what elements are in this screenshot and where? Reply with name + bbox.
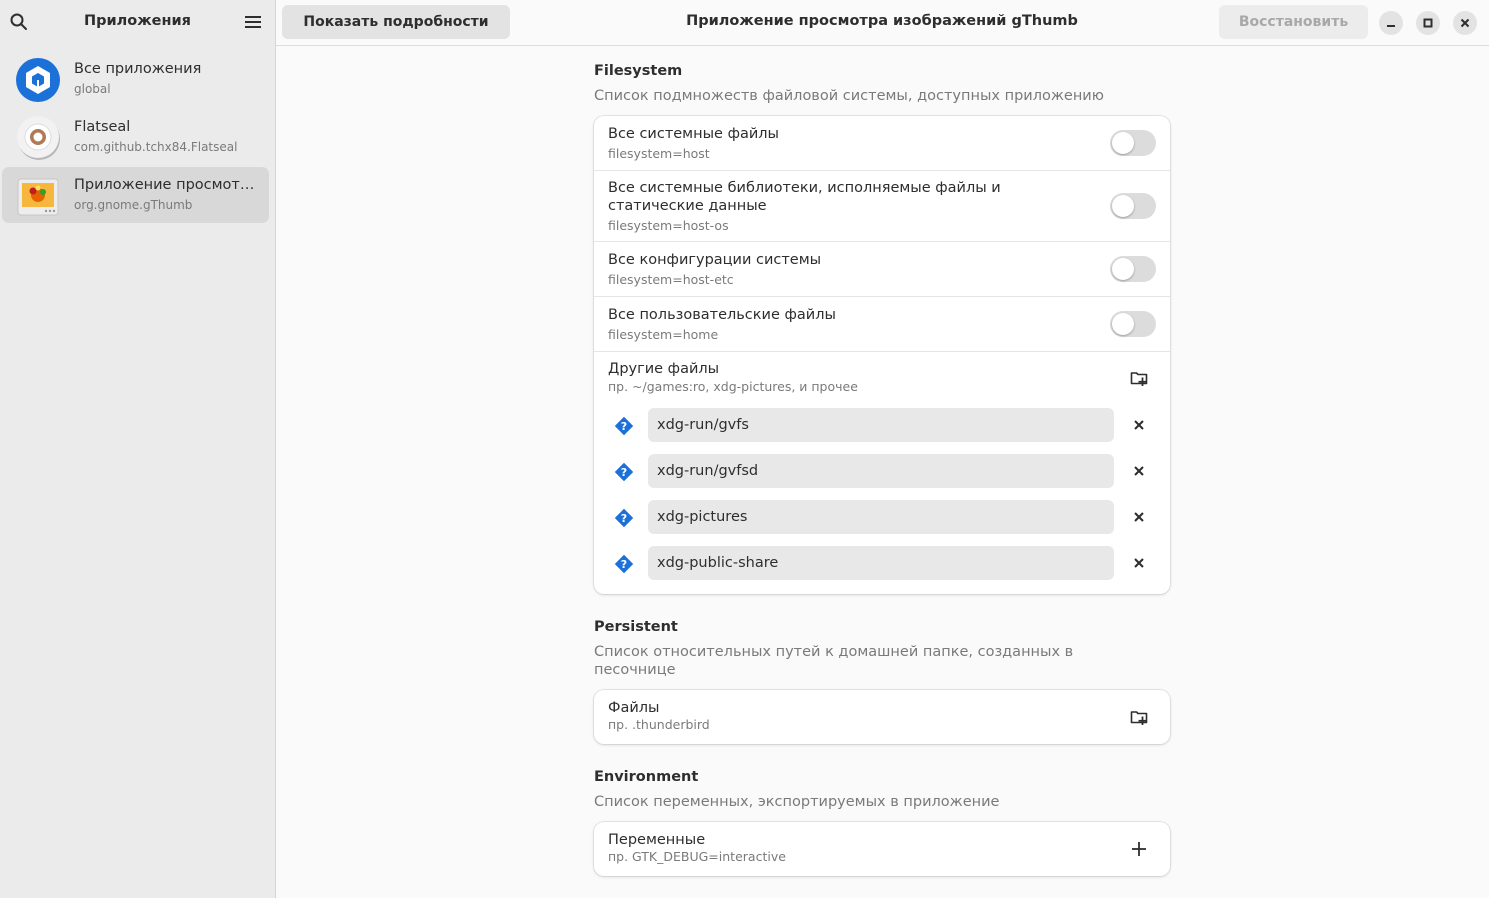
row-title: Все пользовательские файлы (608, 307, 836, 323)
app-id: org.gnome.gThumb (74, 198, 193, 212)
app-name: Flatseal (74, 119, 131, 135)
remove-icon[interactable] (1132, 556, 1146, 570)
row-key: filesystem=host-etc (608, 272, 734, 287)
toggle-switch[interactable] (1110, 311, 1156, 337)
row-title: Переменные (608, 832, 706, 848)
app-item-flatseal[interactable]: Flatseal com.github.tchx84.Flatseal (2, 109, 269, 165)
section-title-filesystem: Filesystem (594, 63, 683, 79)
toggle-switch[interactable] (1110, 130, 1156, 156)
path-row: ? xdg-run/gvfsd (594, 454, 1170, 500)
toggle-row-host: Все системные файлы filesystem=host (594, 116, 1170, 171)
row-title: Все системные библиотеки, исполняемые фа… (608, 180, 1001, 214)
row-key: filesystem=host-os (608, 218, 729, 233)
section-desc-filesystem: Список подмножеств файловой системы, дос… (594, 88, 1104, 104)
path-entry[interactable]: xdg-pictures (648, 500, 1114, 534)
close-icon (1460, 18, 1470, 28)
unknown-path-icon: ? (614, 462, 634, 482)
add-icon[interactable] (1130, 840, 1148, 858)
row-key: filesystem=host (608, 146, 710, 161)
app-id: com.github.tchx84.Flatseal (74, 140, 238, 154)
app-id: global (74, 82, 111, 96)
show-details-button[interactable]: Показать подробности (282, 5, 510, 39)
toggle-row-host-etc: Все конфигурации системы filesystem=host… (594, 242, 1170, 297)
svg-text:?: ? (621, 558, 627, 571)
svg-text:?: ? (621, 512, 627, 525)
section-title-persistent: Persistent (594, 619, 678, 635)
row-hint: пр. .thunderbird (608, 717, 710, 732)
toggle-switch[interactable] (1110, 256, 1156, 282)
remove-icon[interactable] (1132, 418, 1146, 432)
toggle-row-home: Все пользовательские файлы filesystem=ho… (594, 297, 1170, 352)
row-hint: пр. ~/games:ro, xdg-pictures, и прочее (608, 379, 858, 394)
app-item-all[interactable]: Все приложения global (2, 51, 269, 107)
gthumb-icon (15, 173, 61, 219)
persistent-card: Файлы пр. .thunderbird (594, 690, 1170, 744)
path-row: ? xdg-public-share (594, 546, 1170, 592)
add-folder-icon[interactable] (1130, 369, 1148, 387)
sidebar-header: Приложения (0, 0, 275, 44)
app-name: Приложение просмотра изображений gThumb (74, 177, 262, 193)
unknown-path-icon: ? (614, 554, 634, 574)
remove-icon[interactable] (1132, 464, 1146, 478)
row-title: Файлы (608, 700, 660, 716)
add-folder-icon[interactable] (1130, 708, 1148, 726)
unknown-path-icon: ? (614, 416, 634, 436)
environment-variables-row: Переменные пр. GTK_DEBUG=interactive (594, 822, 1170, 876)
restore-button[interactable]: Восстановить (1219, 5, 1368, 39)
maximize-button[interactable] (1416, 11, 1440, 35)
sidebar: Приложения Все приложения global Flatsea… (0, 0, 276, 898)
app-item-gthumb[interactable]: Приложение просмотра изображений gThumb … (2, 167, 269, 223)
other-files-row: Другие файлы пр. ~/games:ro, xdg-picture… (594, 352, 1170, 594)
svg-text:?: ? (621, 420, 627, 433)
minimize-button[interactable] (1379, 11, 1403, 35)
section-title-environment: Environment (594, 769, 699, 785)
remove-icon[interactable] (1132, 510, 1146, 524)
unknown-path-icon: ? (614, 508, 634, 528)
toggle-switch[interactable] (1110, 193, 1156, 219)
row-key: filesystem=home (608, 327, 719, 342)
maximize-icon (1423, 18, 1433, 28)
row-title: Все системные файлы (608, 126, 780, 142)
flatseal-icon (15, 115, 61, 161)
path-row: ? xdg-run/gvfs (594, 408, 1170, 454)
flatpak-icon (15, 57, 61, 103)
path-entry[interactable]: xdg-run/gvfsd (648, 454, 1114, 488)
other-files-list: ? xdg-run/gvfs ? xdg-run/gvfsd ? xdg-pic… (594, 408, 1170, 592)
toggle-row-host-os: Все системные библиотеки, исполняемые фа… (594, 171, 1170, 242)
path-entry[interactable]: xdg-run/gvfs (648, 408, 1114, 442)
headerbar: Показать подробности Приложение просмотр… (276, 0, 1489, 46)
path-row: ? xdg-pictures (594, 500, 1170, 546)
section-desc-persistent: Список относительных путей к домашней па… (594, 644, 1074, 678)
app-name: Все приложения (74, 61, 202, 77)
sidebar-title: Приложения (83, 13, 191, 29)
persistent-files-row: Файлы пр. .thunderbird (594, 690, 1170, 744)
environment-card: Переменные пр. GTK_DEBUG=interactive (594, 822, 1170, 876)
section-desc-environment: Список переменных, экспортируемых в прил… (594, 794, 1000, 810)
minimize-icon (1387, 25, 1395, 27)
filesystem-card: Все системные файлы filesystem=host Все … (594, 116, 1170, 594)
row-title: Другие файлы (608, 361, 720, 377)
window-title: Приложение просмотра изображений gThumb (686, 13, 1078, 29)
hamburger-menu-icon[interactable] (243, 12, 263, 32)
app-list: Все приложения global Flatseal com.githu… (0, 51, 275, 225)
close-window-button[interactable] (1453, 11, 1477, 35)
path-entry[interactable]: xdg-public-share (648, 546, 1114, 580)
row-hint: пр. GTK_DEBUG=interactive (608, 849, 786, 864)
svg-text:?: ? (621, 466, 627, 479)
row-title: Все конфигурации системы (608, 252, 822, 268)
